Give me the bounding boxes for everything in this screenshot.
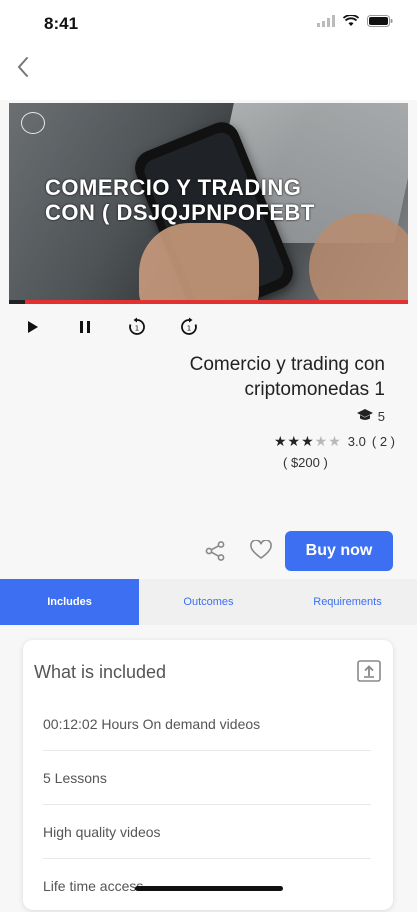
rewind-button[interactable]: 1 — [124, 316, 150, 342]
video-player[interactable]: COMERCIO Y TRADING CON ( DSJQJPNPOFEBT — [9, 103, 408, 300]
heart-icon — [250, 539, 272, 564]
video-progress-fill — [9, 300, 25, 304]
rating: ★★★★★ 3.0 ( 2 ) — [274, 433, 395, 450]
svg-text:1: 1 — [187, 324, 191, 332]
rewind-icon: 1 — [127, 317, 147, 342]
play-icon — [27, 320, 39, 339]
graduation-cap-icon — [356, 408, 374, 425]
wifi-icon — [342, 14, 360, 32]
video-progress-bar[interactable] — [9, 300, 408, 304]
forward-icon: 1 — [179, 317, 199, 342]
pause-button[interactable] — [72, 316, 98, 342]
buy-now-button[interactable]: Buy now — [285, 531, 393, 571]
share-button[interactable] — [204, 540, 226, 562]
included-item: 5 Lessons — [43, 752, 371, 805]
star-empty-icon: ★ — [314, 433, 329, 449]
forward-button[interactable]: 1 — [176, 316, 202, 342]
back-button[interactable] — [10, 56, 36, 82]
video-overlay-title: COMERCIO Y TRADING CON ( DSJQJPNPOFEBT — [45, 175, 315, 225]
tab-includes[interactable]: Includes — [0, 579, 139, 625]
included-card: What is included 00:12:02 Hours On deman… — [23, 640, 393, 910]
star-empty-icon: ★ — [328, 433, 342, 449]
star-filled-icon: ★ — [273, 433, 288, 449]
star-filled-icon: ★ — [301, 433, 315, 449]
rating-count: ( 2 ) — [371, 434, 395, 449]
tab-bar: Includes Outcomes Requirements — [0, 579, 417, 625]
battery-icon — [367, 14, 393, 32]
upload-button[interactable] — [357, 660, 381, 682]
included-title: What is included — [34, 662, 167, 682]
top-bar — [0, 48, 417, 100]
favorite-button[interactable] — [250, 539, 272, 564]
rating-stars: ★★★★★ — [274, 433, 342, 450]
lessons-value: 5 — [377, 409, 385, 424]
chevron-left-icon — [16, 56, 30, 83]
status-bar: 8:41 — [0, 0, 417, 48]
video-overlay-line2: CON ( DSJQJPNPOFEBT — [45, 200, 315, 225]
upload-icon — [357, 660, 381, 686]
signal-icon — [317, 14, 335, 32]
home-indicator — [135, 886, 283, 891]
star-filled-icon: ★ — [287, 433, 302, 449]
svg-text:1: 1 — [135, 324, 139, 332]
video-overlay-line1: COMERCIO Y TRADING — [45, 175, 302, 200]
course-title: Comercio y trading con criptomonedas 1 — [189, 354, 385, 400]
video-controls: 1 1 — [20, 316, 202, 342]
play-button[interactable] — [20, 316, 46, 342]
video-bg-hand — [139, 223, 259, 300]
share-icon — [204, 541, 226, 566]
pause-icon — [79, 320, 91, 339]
course-price: ( $200 ) — [283, 455, 328, 470]
status-icons — [317, 14, 393, 32]
record-indicator-icon — [21, 112, 45, 134]
status-time: 8:41 — [44, 14, 79, 33]
included-item: High quality videos — [43, 806, 371, 859]
rating-value: 3.0 — [347, 434, 366, 449]
tab-requirements[interactable]: Requirements — [278, 579, 417, 625]
included-item: 00:12:02 Hours On demand videos — [43, 698, 371, 751]
tab-outcomes[interactable]: Outcomes — [139, 579, 278, 625]
lessons-count: 5 — [356, 408, 385, 425]
